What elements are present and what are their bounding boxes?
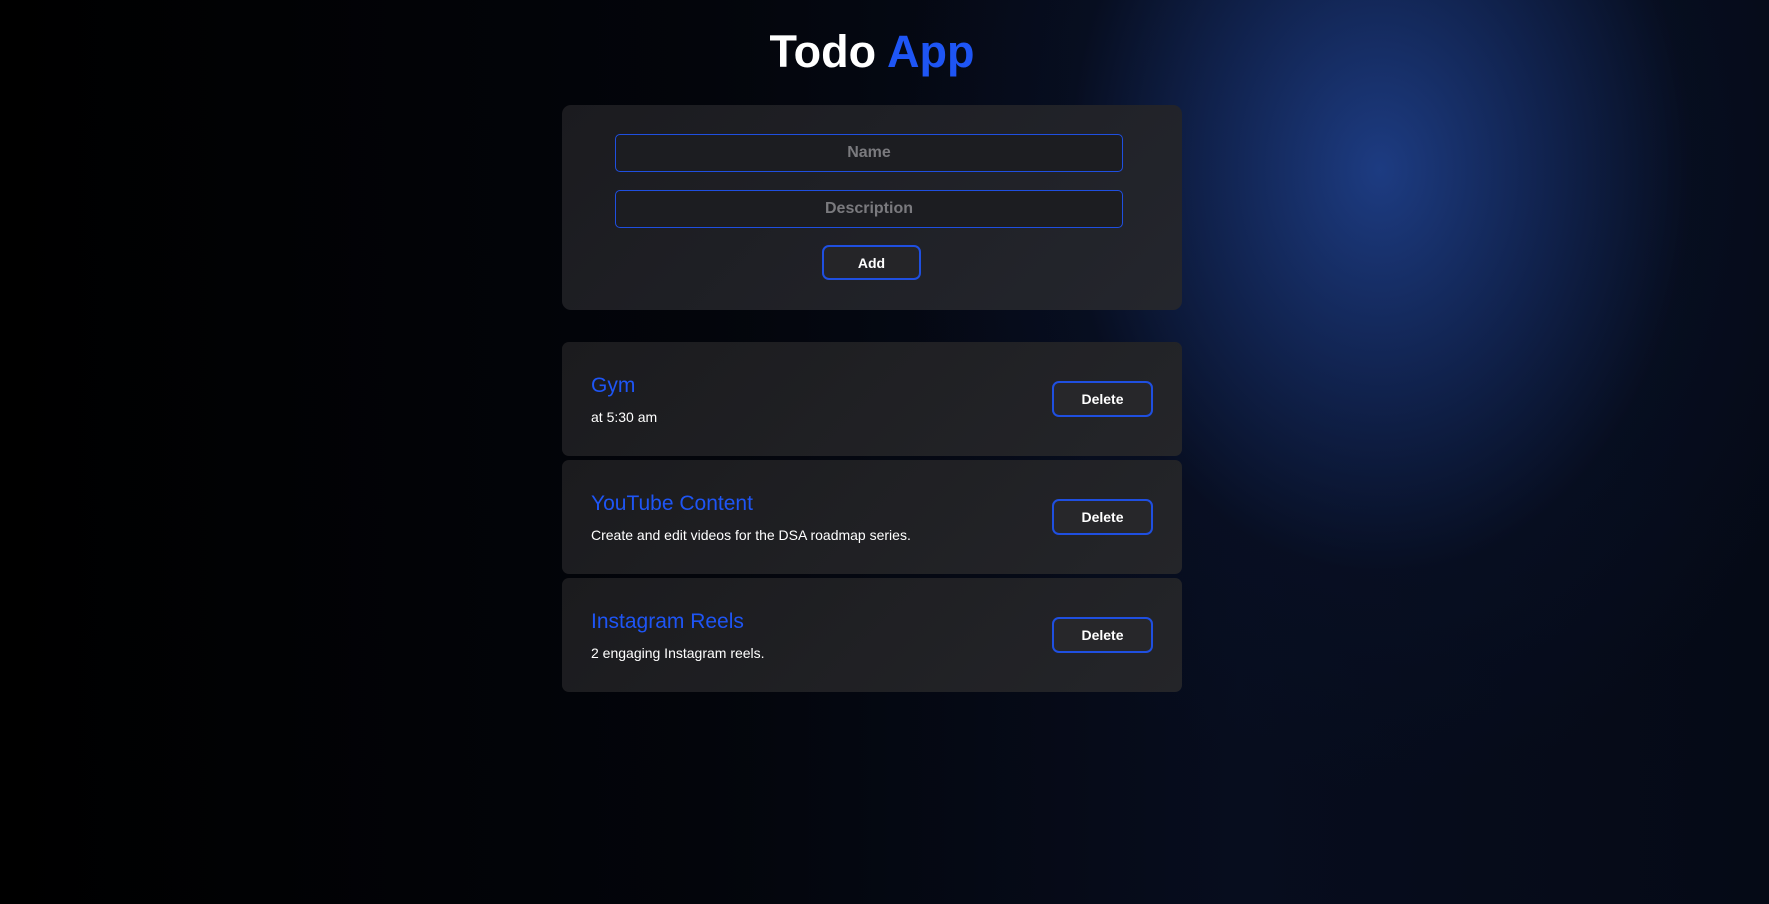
todo-description: Create and edit videos for the DSA roadm…: [591, 527, 911, 543]
add-button[interactable]: Add: [822, 245, 921, 280]
title-todo: Todo: [769, 26, 877, 77]
todo-item: Gym at 5:30 am Delete: [562, 342, 1182, 456]
todo-name: Gym: [591, 374, 636, 397]
todo-name: YouTube Content: [591, 492, 753, 515]
todo-item: YouTube Content Create and edit videos f…: [562, 460, 1182, 574]
add-todo-form: Add: [562, 105, 1182, 310]
delete-button[interactable]: Delete: [1052, 617, 1153, 653]
name-input[interactable]: [615, 134, 1123, 172]
todo-item: Instagram Reels 2 engaging Instagram ree…: [562, 578, 1182, 692]
todo-description: at 5:30 am: [591, 409, 658, 425]
description-input[interactable]: [615, 190, 1123, 228]
page-title: Todo App: [0, 24, 1744, 80]
delete-button[interactable]: Delete: [1052, 499, 1153, 535]
todo-description: 2 engaging Instagram reels.: [591, 645, 765, 661]
delete-button[interactable]: Delete: [1052, 381, 1153, 417]
title-app: App: [886, 26, 975, 77]
todo-name: Instagram Reels: [591, 610, 744, 633]
todo-list: Gym at 5:30 am Delete YouTube Content Cr…: [562, 342, 1182, 696]
